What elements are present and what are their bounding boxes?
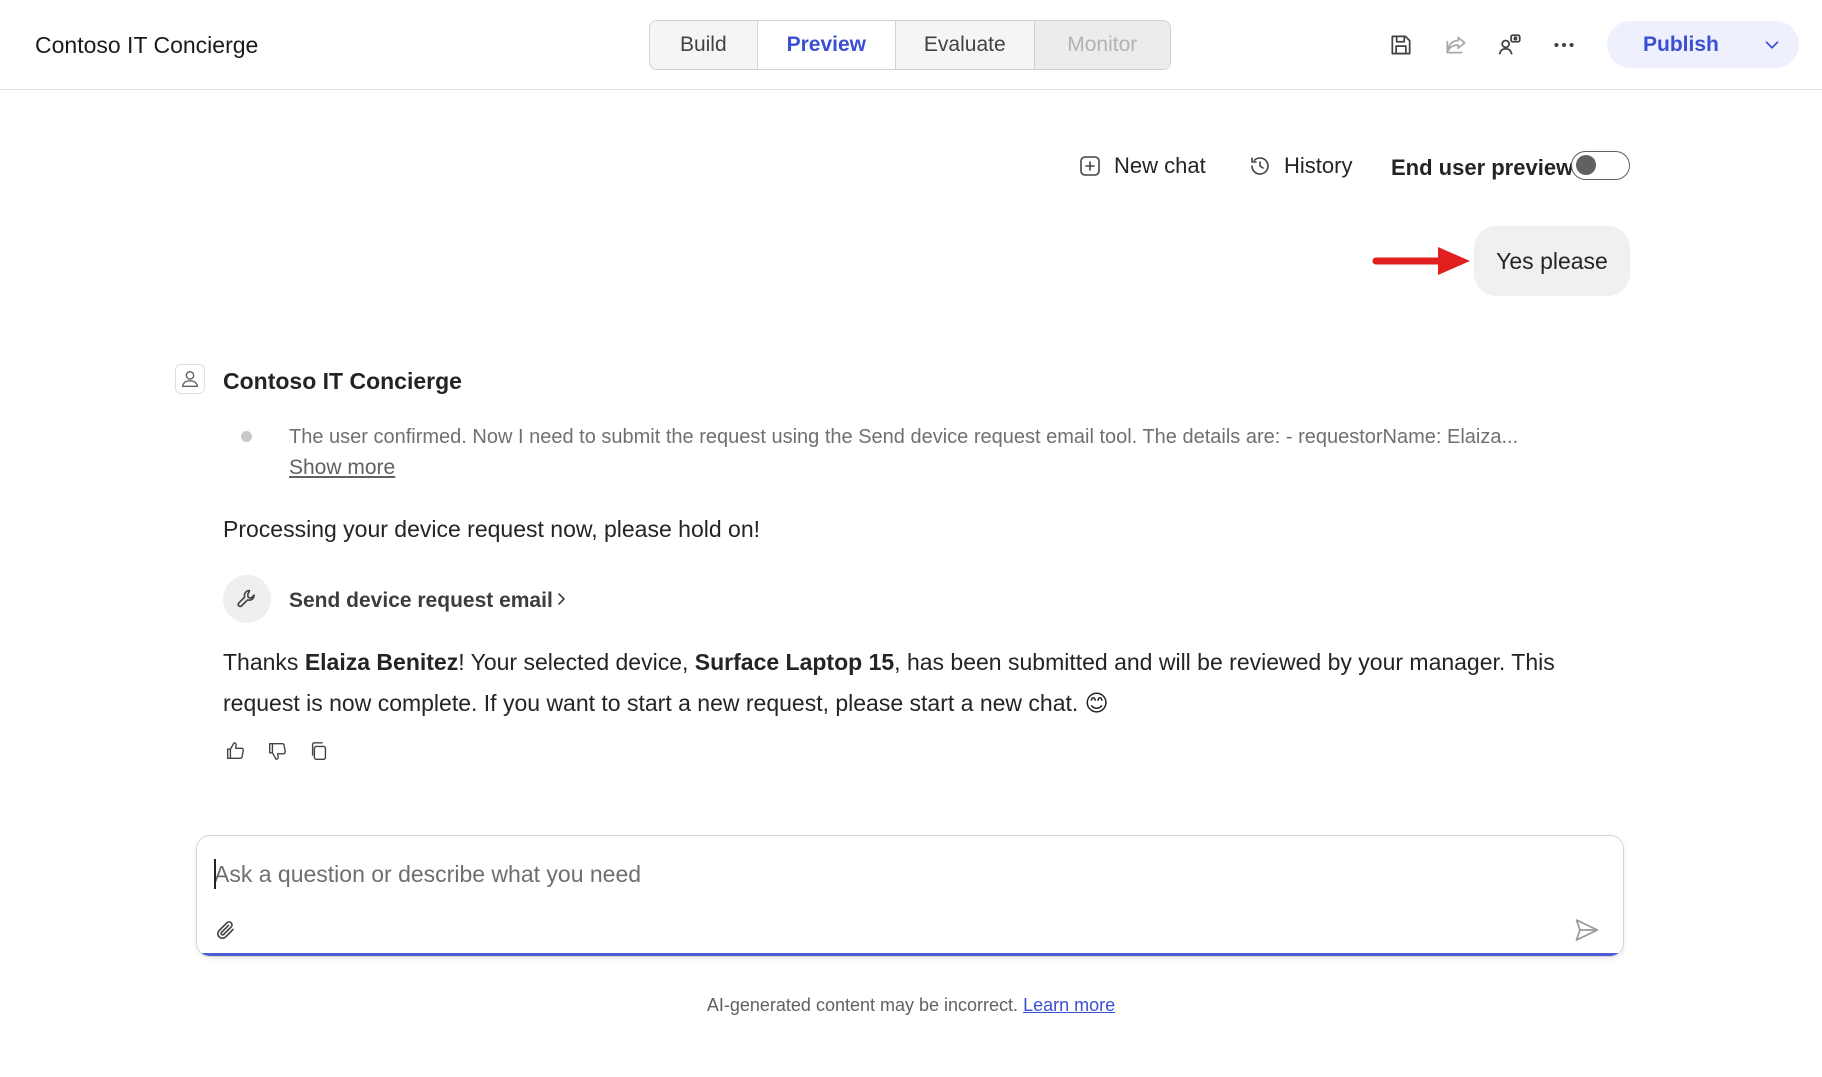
tab-build[interactable]: Build xyxy=(650,21,758,69)
publish-button[interactable]: Publish xyxy=(1607,21,1799,68)
disclaimer: AI-generated content may be incorrect. L… xyxy=(0,995,1822,1016)
history-button[interactable]: History xyxy=(1248,150,1352,182)
person-icon xyxy=(181,370,199,388)
tab-preview[interactable]: Preview xyxy=(757,21,897,69)
processing-message: Processing your device request now, plea… xyxy=(223,516,760,542)
publish-label: Publish xyxy=(1643,32,1719,56)
chat-input[interactable] xyxy=(214,856,1594,892)
user-message-bubble: Yes please xyxy=(1474,226,1630,296)
new-chat-button[interactable]: New chat xyxy=(1078,150,1206,182)
tab-monitor: Monitor xyxy=(1034,21,1170,69)
copy-icon[interactable] xyxy=(306,738,332,764)
red-arrow-annotation xyxy=(1372,247,1470,275)
reasoning-text: The user confirmed. Now I need to submit… xyxy=(289,426,1519,448)
toggle-knob xyxy=(1576,155,1596,175)
learn-more-link[interactable]: Learn more xyxy=(1023,995,1115,1015)
chat-composer xyxy=(196,835,1624,957)
requestor-name: Elaiza Benitez xyxy=(304,649,459,675)
device-name: Surface Laptop 15 xyxy=(694,649,895,675)
new-chat-icon xyxy=(1080,156,1100,176)
wrench-icon xyxy=(237,589,255,608)
app-title: Contoso IT Concierge xyxy=(35,32,259,58)
tool-call-label[interactable]: Send device request email xyxy=(289,589,553,613)
end-user-preview-label: End user preview xyxy=(1391,155,1574,180)
save-icon[interactable] xyxy=(1385,29,1417,61)
thumbs-up-icon[interactable] xyxy=(222,738,248,764)
mode-tabs: Build Preview Evaluate Monitor xyxy=(649,20,1171,70)
more-icon[interactable] xyxy=(1548,29,1580,61)
show-more-link[interactable]: Show more xyxy=(289,456,395,480)
top-header: Contoso IT Concierge Build Preview Evalu… xyxy=(0,0,1822,90)
send-icon[interactable] xyxy=(1571,914,1603,946)
attach-icon[interactable] xyxy=(211,915,241,945)
thumbs-down-icon[interactable] xyxy=(264,738,290,764)
chevron-right-icon[interactable] xyxy=(551,588,571,610)
users-settings-icon[interactable] xyxy=(1494,29,1526,61)
share-icon[interactable] xyxy=(1440,29,1472,61)
end-user-preview-toggle[interactable] xyxy=(1571,151,1630,180)
new-chat-label: New chat xyxy=(1114,153,1206,178)
reasoning-bullet xyxy=(241,431,252,442)
tab-evaluate[interactable]: Evaluate xyxy=(896,21,1035,69)
text-caret xyxy=(214,859,216,889)
bot-response: Thanks Elaiza Benitez! Your selected dev… xyxy=(223,649,1555,716)
disclaimer-text: AI-generated content may be incorrect. xyxy=(706,995,1019,1015)
history-label: History xyxy=(1284,153,1353,178)
history-icon xyxy=(1251,157,1269,175)
chevron-down-icon[interactable] xyxy=(1761,34,1783,56)
tool-call-badge xyxy=(223,575,271,623)
bot-avatar xyxy=(175,364,205,394)
bot-name: Contoso IT Concierge xyxy=(223,368,462,394)
